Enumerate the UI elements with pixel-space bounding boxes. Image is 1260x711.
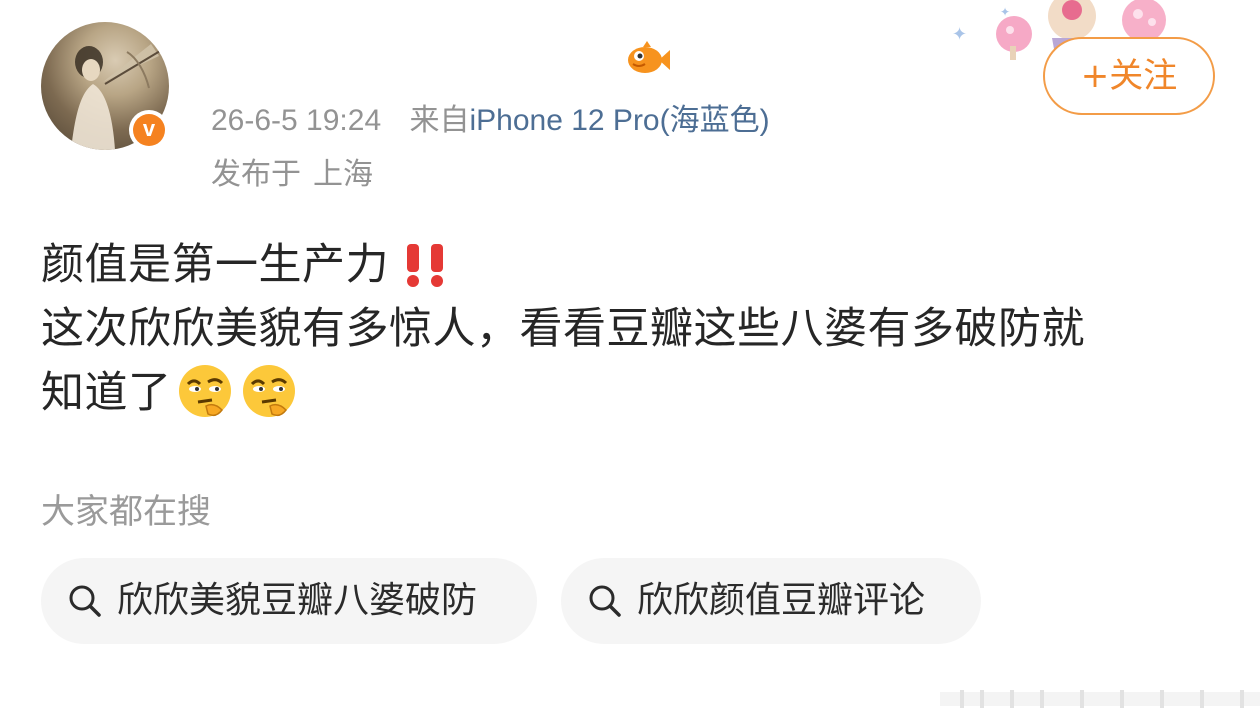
- search-icon: [69, 585, 101, 617]
- fish-emoji-icon: [628, 41, 670, 73]
- post-timestamp[interactable]: 26-6-5 19:24: [211, 104, 381, 137]
- post-location-prefix: 发布于: [211, 157, 301, 192]
- verified-icon: v: [133, 114, 165, 146]
- search-chip[interactable]: 欣欣颜值豆瓣评论: [561, 558, 981, 644]
- username-obscured[interactable]: [203, 33, 623, 83]
- double-exclamation-icon: [407, 243, 443, 287]
- watermark-icon: [940, 690, 1260, 708]
- post-source-prefix: 来自iPhone 12 Pro(海蓝色): [409, 104, 770, 137]
- post-line-1: 颜值是第一生产力: [41, 233, 1221, 297]
- search-chip-label: 欣欣美貌豆瓣八婆破防: [117, 580, 478, 621]
- verified-badge: v: [129, 110, 169, 150]
- post-source-device[interactable]: iPhone 12 Pro(海蓝色): [469, 104, 769, 137]
- search-section-title: 大家都在搜: [41, 492, 211, 532]
- thinking-face-emoji-icon: [178, 364, 231, 417]
- thinking-face-emoji-icon: [242, 364, 295, 417]
- post-line-2: 这次欣欣美貌有多惊人，看看豆瓣这些八婆有多破防就: [41, 304, 1085, 354]
- post-location: 发布于 上海: [211, 155, 373, 195]
- follow-button[interactable]: +关注: [1043, 37, 1215, 115]
- search-chip[interactable]: 欣欣美貌豆瓣八婆破防: [41, 558, 537, 644]
- svg-text:✦: ✦: [952, 24, 967, 45]
- post-meta: 26-6-5 19:24 来自iPhone 12 Pro(海蓝色): [211, 101, 770, 141]
- post-body: 颜值是第一生产力 这次欣欣美貌有多惊人，看看豆瓣这些八婆有多破防就 知道了: [41, 233, 1221, 425]
- post-location-value: 上海: [313, 157, 373, 192]
- search-chip-label: 欣欣颜值豆瓣评论: [637, 580, 926, 621]
- post-line-3: 知道了: [41, 361, 1221, 425]
- search-icon: [589, 585, 621, 617]
